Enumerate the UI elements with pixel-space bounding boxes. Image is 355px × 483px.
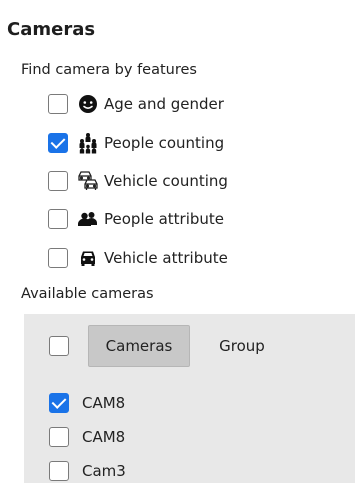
feature-vehicle-attribute[interactable]: Vehicle attribute: [48, 247, 228, 269]
camera-name: CAM8: [82, 394, 126, 412]
people-group-icon: [77, 132, 99, 154]
camera-row[interactable]: CAM8: [49, 393, 125, 413]
vehicle-attribute-label: Vehicle attribute: [104, 249, 228, 267]
tab-group[interactable]: Group: [208, 325, 276, 367]
vehicles-icon: [77, 170, 99, 192]
feature-people-attribute[interactable]: People attribute: [48, 208, 224, 230]
camera-checkbox[interactable]: [49, 427, 69, 447]
vehicle-attribute-checkbox[interactable]: [48, 248, 68, 268]
camera-row[interactable]: CAM8: [49, 427, 125, 447]
tab-cameras[interactable]: Cameras: [88, 325, 190, 367]
car-icon: [77, 247, 99, 269]
find-by-features-label: Find camera by features: [21, 62, 197, 78]
feature-vehicle-counting[interactable]: Vehicle counting: [48, 170, 228, 192]
camera-row[interactable]: Cam3: [49, 461, 126, 481]
people-counting-checkbox[interactable]: [48, 133, 68, 153]
age-gender-checkbox[interactable]: [48, 94, 68, 114]
camera-name: Cam3: [82, 462, 126, 480]
camera-checkbox[interactable]: [49, 393, 69, 413]
feature-people-counting[interactable]: People counting: [48, 132, 224, 154]
available-cameras-label: Available cameras: [21, 286, 154, 302]
people-counting-label: People counting: [104, 134, 225, 152]
age-gender-label: Age and gender: [104, 95, 224, 113]
people-attribute-checkbox[interactable]: [48, 209, 68, 229]
people-attribute-label: People attribute: [104, 210, 225, 228]
select-all-checkbox[interactable]: [49, 336, 69, 356]
vehicle-counting-label: Vehicle counting: [104, 172, 228, 190]
people-icon: [77, 208, 99, 230]
vehicle-counting-checkbox[interactable]: [48, 171, 68, 191]
face-icon: [77, 93, 99, 115]
camera-checkbox[interactable]: [49, 461, 69, 481]
camera-name: CAM8: [82, 428, 126, 446]
feature-age-gender[interactable]: Age and gender: [48, 93, 224, 115]
page-title: Cameras: [7, 19, 96, 40]
camera-panel: Cameras Group CAM8 CAM8 Cam3: [24, 314, 355, 483]
